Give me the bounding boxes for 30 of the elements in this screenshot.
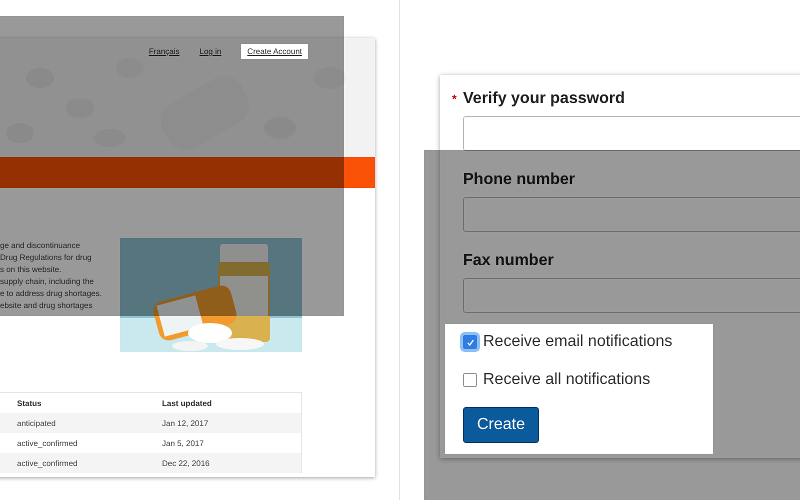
required-mark: *: [452, 91, 457, 108]
nav-link[interactable]: Create Account: [241, 44, 308, 59]
nav-link[interactable]: Français: [148, 44, 180, 59]
field-label: Fax number: [462, 251, 555, 271]
input-field[interactable]: [463, 197, 800, 232]
intro-text-line: supply chain, including the: [0, 276, 95, 288]
checkbox[interactable]: [463, 335, 477, 349]
field-label: Phone number: [462, 170, 576, 190]
create-button[interactable]: Create: [463, 407, 540, 443]
table-cell: Jan 12, 2017: [162, 413, 302, 433]
nav-link[interactable]: Log in: [200, 44, 222, 59]
checkmark-icon: [466, 338, 474, 346]
table-cell: anticipated: [0, 413, 162, 433]
checkbox-label: Receive all notifications: [483, 371, 650, 389]
column-header: Last updated: [162, 392, 302, 413]
table-cell: active_confirmed: [0, 453, 162, 473]
checkbox-label: Receive email notifications: [483, 333, 672, 351]
table-cell: active_confirmed: [0, 433, 162, 453]
field-label: * Verify your password: [452, 89, 626, 109]
intro-text-line: e to address drug shortages.: [0, 288, 103, 300]
input-field[interactable]: [463, 116, 800, 151]
intro-text-line: ebsite and drug shortages: [0, 300, 94, 312]
table-cell: Dec 22, 2016: [162, 453, 302, 473]
checkbox[interactable]: [463, 373, 477, 387]
input-field[interactable]: [463, 278, 800, 313]
intro-text-line: Drug Regulations for drug: [0, 252, 93, 264]
intro-text-line: ge and discontinuance: [0, 240, 82, 252]
column-header: Status: [0, 392, 162, 413]
intro-text-line: s on this website.: [0, 264, 62, 276]
table-cell: Jan 5, 2017: [162, 433, 302, 453]
